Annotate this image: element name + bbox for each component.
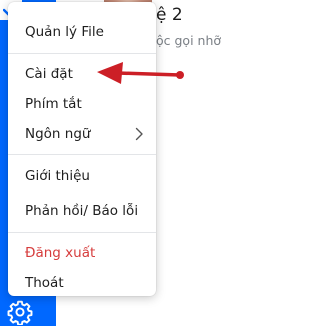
menu-divider	[8, 53, 156, 54]
menu-divider	[8, 232, 156, 233]
menu-item-shortcuts[interactable]: Phím tắt	[8, 89, 156, 119]
menu-item-file-manager[interactable]: Quản lý File	[8, 17, 156, 47]
menu-item-exit[interactable]: Thoát	[8, 268, 156, 298]
menu-item-feedback[interactable]: Phản hồi/ Báo lỗi	[8, 196, 156, 226]
menu-item-about[interactable]: Giới thiệu	[8, 161, 156, 191]
conversation-title: ệ 2	[156, 5, 183, 25]
menu-item-label: Thoát	[25, 275, 64, 291]
menu-item-label: Cài đặt	[25, 66, 73, 82]
menu-item-settings[interactable]: Cài đặt	[8, 59, 156, 89]
menu-item-label: Giới thiệu	[25, 168, 90, 184]
chevron-right-icon	[135, 127, 143, 141]
menu-item-label: Phím tắt	[25, 96, 82, 112]
menu-item-label: Đăng xuất	[25, 245, 96, 261]
menu-item-label: Quản lý File	[25, 24, 104, 40]
menu-divider	[8, 154, 156, 155]
gear-icon[interactable]	[6, 298, 34, 326]
menu-item-label: Ngôn ngữ	[25, 126, 91, 142]
conversation-snippet: ộc gọi nhỡ	[156, 33, 222, 48]
menu-item-logout[interactable]: Đăng xuất	[8, 238, 156, 268]
settings-menu: Quản lý File Cài đặt Phím tắt Ngôn ngữ G…	[8, 2, 156, 296]
menu-item-label: Phản hồi/ Báo lỗi	[25, 203, 139, 219]
menu-item-language[interactable]: Ngôn ngữ	[8, 119, 156, 149]
